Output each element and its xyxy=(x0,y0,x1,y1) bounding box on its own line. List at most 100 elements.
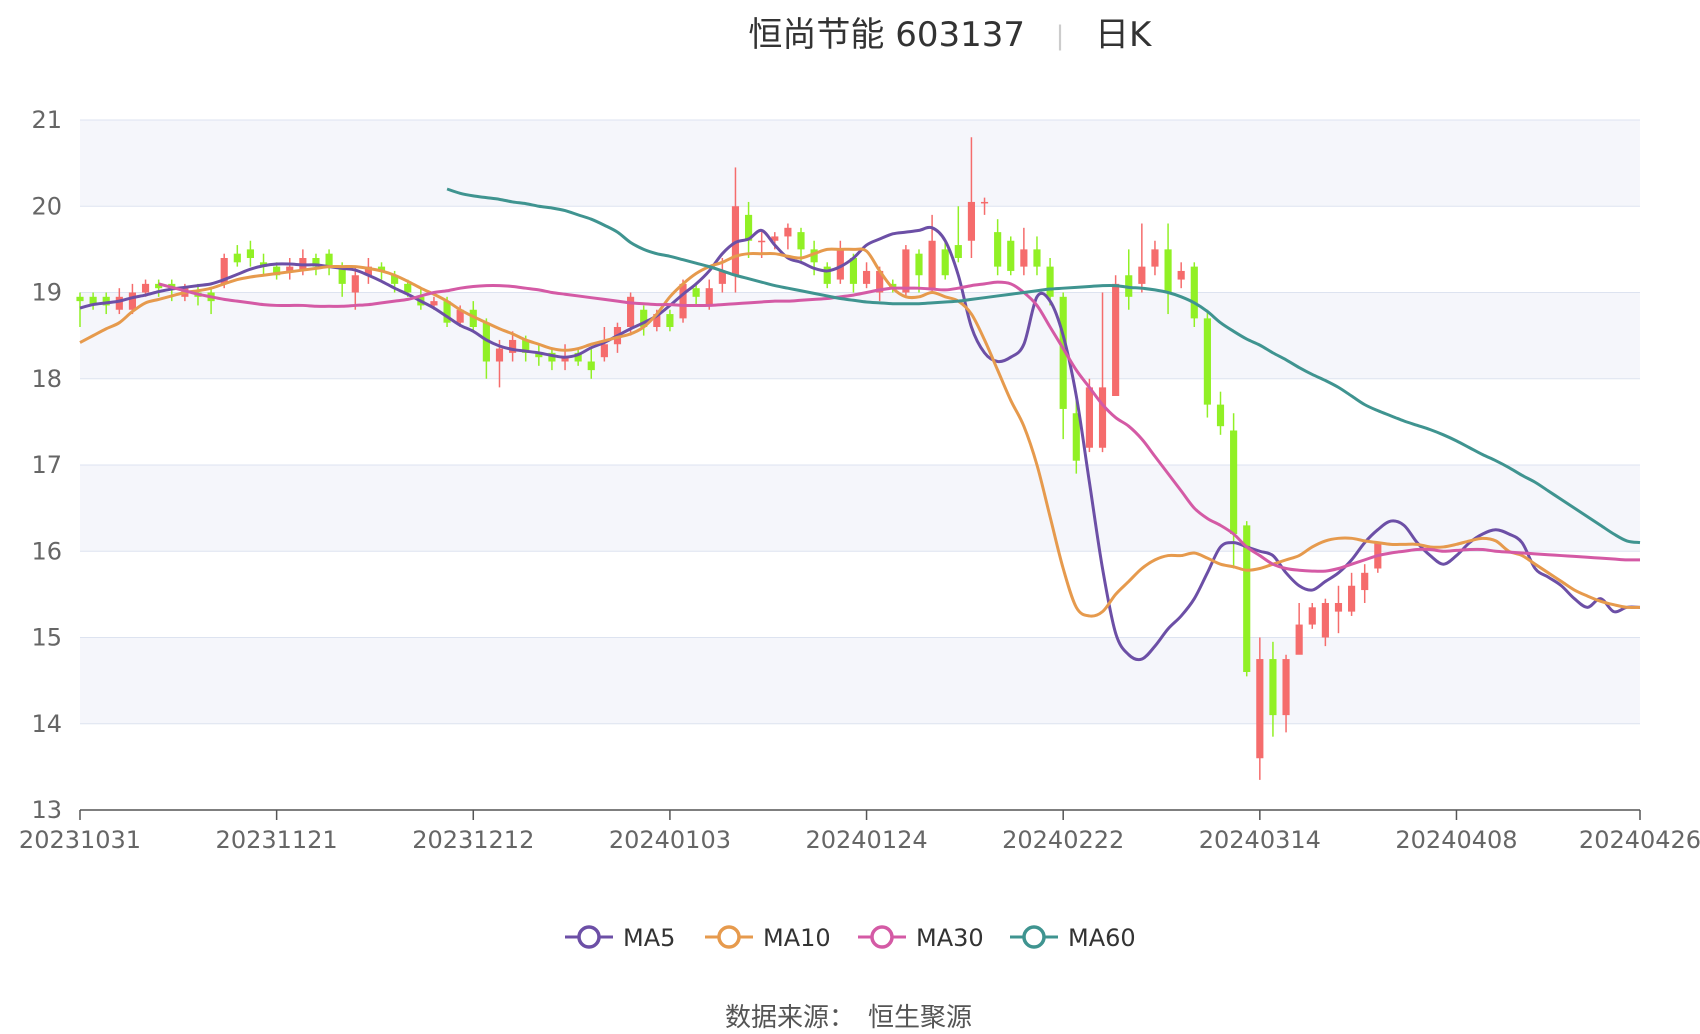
candle-body xyxy=(1348,585,1356,612)
candle-body xyxy=(1007,240,1015,271)
candle xyxy=(862,262,871,289)
title-stock-name-code: 恒尚节能 603137 xyxy=(748,15,1025,55)
candle-body xyxy=(967,201,976,241)
candle xyxy=(1348,572,1356,616)
candle xyxy=(1295,603,1303,655)
x-tick-label: 20240408 xyxy=(1395,826,1517,854)
candle-body xyxy=(797,232,805,250)
y-tick-label: 16 xyxy=(31,537,62,565)
x-tick-label: 20231212 xyxy=(412,826,534,854)
candle-body xyxy=(1230,430,1238,534)
candle-body xyxy=(980,201,989,204)
y-tick-label: 14 xyxy=(31,710,62,738)
candle xyxy=(1308,603,1316,629)
candle-body xyxy=(915,253,923,276)
x-tick-label: 20240222 xyxy=(1002,826,1124,854)
candle-body xyxy=(1361,572,1369,591)
candle-body xyxy=(1190,266,1198,319)
candle-body xyxy=(1046,266,1054,297)
legend-item-ma10: MA10 xyxy=(705,924,831,952)
y-tick-label: 15 xyxy=(31,624,62,652)
x-tick-label: 20240103 xyxy=(609,826,731,854)
candle xyxy=(233,245,241,267)
candle-body xyxy=(141,283,150,293)
candle-body xyxy=(430,301,438,306)
candle-body xyxy=(849,258,858,284)
title-separator: | xyxy=(1056,21,1065,51)
candle xyxy=(954,206,962,263)
x-tick-label: 20231121 xyxy=(216,826,338,854)
candle-body xyxy=(902,249,910,293)
candle-body xyxy=(1203,318,1211,405)
candle-body xyxy=(587,361,595,371)
candle xyxy=(1112,275,1120,396)
candle-body xyxy=(1295,624,1303,655)
legend-item-ma5: MA5 xyxy=(565,924,675,952)
candle-body xyxy=(954,245,962,258)
y-tick-label: 20 xyxy=(31,192,62,220)
plot-band xyxy=(80,465,1640,552)
candle xyxy=(1190,262,1198,327)
candle-body xyxy=(1151,249,1159,267)
candle xyxy=(286,258,294,280)
candle-body xyxy=(495,348,504,362)
legend-item-ma30: MA30 xyxy=(858,924,984,952)
candle-body xyxy=(600,344,608,358)
candle-body xyxy=(128,292,137,310)
legend-item-ma60: MA60 xyxy=(1010,924,1136,952)
source-value: 恒生聚源 xyxy=(868,1003,972,1033)
candle-body xyxy=(1112,283,1120,396)
legend-marker xyxy=(1022,925,1046,949)
y-axis: 13 14 15 16 17 18 19 20 21 xyxy=(31,106,62,824)
candle-body xyxy=(1085,387,1093,448)
candle-body xyxy=(1334,603,1343,612)
legend: MA5 MA10 MA30 MA60 xyxy=(565,924,1136,952)
candle xyxy=(915,249,923,293)
data-source: 数据来源： 恒生聚源 xyxy=(725,1003,972,1033)
candle-body xyxy=(1033,249,1041,267)
candle-body xyxy=(115,296,123,310)
candle-body xyxy=(679,283,687,319)
candle xyxy=(1059,292,1067,440)
candle-body xyxy=(994,232,1002,267)
candle-body xyxy=(1177,270,1185,280)
candle xyxy=(744,201,753,258)
chart-title: 恒尚节能 603137 | 日K xyxy=(748,15,1153,55)
candle-body xyxy=(941,249,949,276)
x-axis: 20231031 20231121 20231212 20240103 20240124… xyxy=(19,809,1700,854)
y-tick-label: 21 xyxy=(31,106,62,134)
candle xyxy=(1216,391,1225,435)
candle-body xyxy=(233,253,241,263)
candle xyxy=(1007,236,1015,276)
legend-label: MA60 xyxy=(1068,924,1136,952)
candle-body xyxy=(758,240,766,243)
x-tick-label: 20240314 xyxy=(1199,826,1321,854)
title-period: 日K xyxy=(1095,15,1153,55)
candle-body xyxy=(1282,659,1290,716)
candle xyxy=(1020,227,1028,276)
candle-body xyxy=(76,296,84,302)
y-tick-label: 17 xyxy=(31,451,62,479)
candle-body xyxy=(705,288,713,306)
candle xyxy=(1361,564,1369,603)
legend-label: MA30 xyxy=(916,924,984,952)
candle xyxy=(1033,236,1041,276)
candle xyxy=(325,249,333,276)
candle-body xyxy=(1164,249,1172,293)
candle xyxy=(1138,223,1146,293)
candle-body xyxy=(246,249,254,258)
candle-body xyxy=(1256,659,1264,759)
candle-body xyxy=(1308,607,1316,625)
candle xyxy=(784,223,792,250)
source-label: 数据来源： xyxy=(725,1003,855,1033)
candle-body xyxy=(404,283,412,293)
candle xyxy=(1334,585,1343,634)
candle-body xyxy=(1269,659,1277,716)
legend-marker xyxy=(717,925,741,949)
candle-body xyxy=(1138,266,1146,284)
candle-body xyxy=(928,240,936,289)
x-tick-label: 20231031 xyxy=(19,826,141,854)
candle xyxy=(1151,240,1159,276)
candle xyxy=(364,258,372,284)
legend-label: MA5 xyxy=(623,924,675,952)
